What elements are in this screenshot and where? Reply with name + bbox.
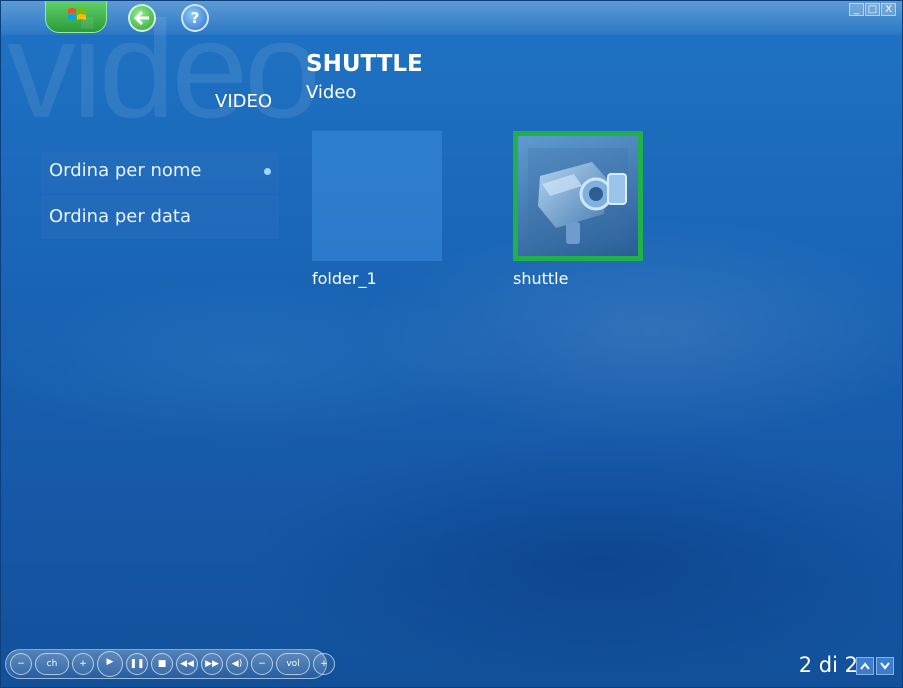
back-button[interactable]: [128, 4, 156, 32]
window-controls: _ □ X: [849, 3, 896, 16]
selected-dot-icon: [264, 168, 271, 175]
minimize-button[interactable]: _: [849, 3, 864, 16]
start-button[interactable]: [45, 1, 107, 33]
sort-by-date-item[interactable]: Ordina per data: [41, 195, 279, 239]
page-up-button[interactable]: [856, 657, 874, 675]
transport-controls: − ch + ▶ ❚❚ ■ ◀◀ ▶▶ ◀) − vol +: [5, 649, 335, 679]
channel-down-button[interactable]: −: [10, 653, 32, 675]
media-center-screen: ? _ □ X video VIDEO SHUTTLE Video Ordina…: [0, 0, 903, 688]
pager-arrows: [856, 657, 894, 675]
gallery-item-label: folder_1: [312, 269, 377, 288]
pause-button[interactable]: ❚❚: [126, 653, 148, 675]
maximize-button[interactable]: □: [865, 3, 880, 16]
folder-thumbnail: [312, 131, 442, 261]
camcorder-icon: [528, 148, 628, 244]
video-thumbnail: [513, 131, 643, 261]
section-label: VIDEO: [215, 91, 273, 112]
page-down-button[interactable]: [876, 657, 894, 675]
stop-button[interactable]: ■: [151, 653, 173, 675]
previous-button[interactable]: ◀◀: [176, 653, 198, 675]
chevron-up-icon: [860, 662, 870, 670]
pager-text: 2 di 2: [798, 653, 858, 677]
back-arrow-icon: [134, 11, 149, 25]
gallery-item-folder[interactable]: folder_1: [312, 131, 442, 288]
volume-up-button[interactable]: +: [313, 653, 335, 675]
channel-label: ch: [35, 653, 69, 675]
mute-button[interactable]: ◀): [226, 653, 248, 675]
play-button[interactable]: ▶: [97, 651, 123, 677]
sort-item-label: Ordina per data: [49, 206, 192, 227]
sort-by-name-item[interactable]: Ordina per nome: [41, 149, 279, 193]
next-button[interactable]: ▶▶: [201, 653, 223, 675]
chevron-down-icon: [880, 662, 890, 670]
windows-logo-icon: [68, 8, 86, 20]
page-subtitle: Video: [306, 82, 357, 103]
volume-down-button[interactable]: −: [251, 653, 273, 675]
close-button[interactable]: X: [881, 3, 896, 16]
help-icon: ?: [190, 9, 200, 27]
channel-up-button[interactable]: +: [72, 653, 94, 675]
gallery-item-label: shuttle: [513, 269, 569, 288]
help-button[interactable]: ?: [181, 4, 209, 32]
sort-item-label: Ordina per nome: [49, 160, 202, 181]
gallery-item-shuttle[interactable]: shuttle: [513, 131, 643, 288]
page-title: SHUTTLE: [306, 51, 423, 77]
sort-menu: Ordina per nome Ordina per data: [41, 149, 279, 241]
volume-label: vol: [276, 653, 310, 675]
top-bar: ? _ □ X: [1, 1, 902, 35]
